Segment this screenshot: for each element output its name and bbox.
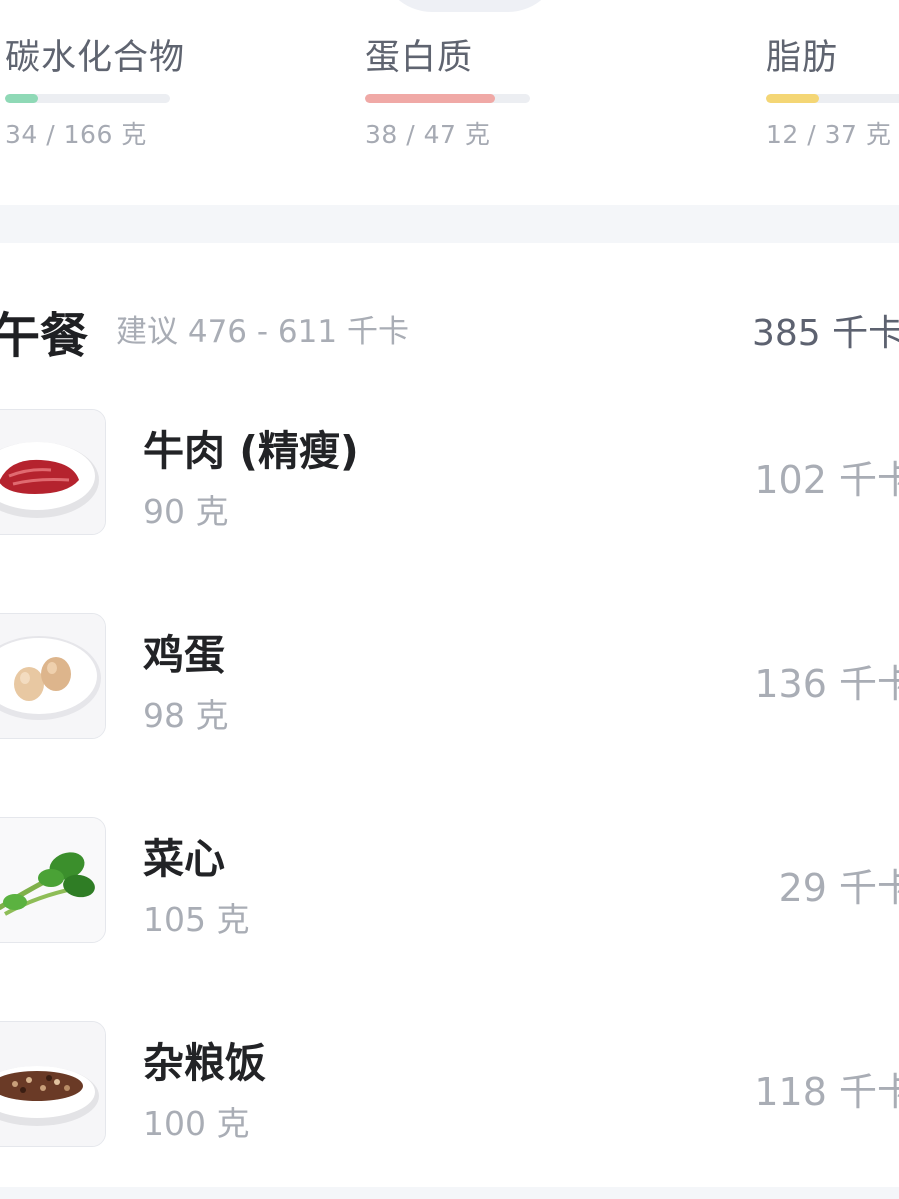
- macro-progress-bar: [5, 94, 170, 103]
- macro-progress-bar: [766, 94, 899, 103]
- macro-label: 蛋白质: [365, 38, 474, 78]
- meal-calorie-total: 385 千卡: [752, 313, 899, 354]
- macro-progress-fill: [766, 94, 819, 103]
- meal-title: 午餐: [0, 308, 89, 364]
- food-item-beef[interactable]: 牛肉 (精瘦) 90 克 102 千卡: [0, 409, 899, 539]
- macro-progress-fill: [365, 94, 495, 103]
- macro-value: 34 / 166 克: [5, 120, 147, 149]
- rice-icon: [0, 1021, 106, 1147]
- food-calories: 136 千卡: [754, 662, 899, 706]
- beef-icon: [0, 409, 106, 535]
- egg-icon: [0, 613, 106, 739]
- section-divider-bottom: [0, 1187, 899, 1199]
- food-item-egg[interactable]: 鸡蛋 98 克 136 千卡: [0, 613, 899, 743]
- macro-carbs: 碳水化合物 34 / 166 克: [5, 36, 185, 151]
- food-name: 菜心: [143, 835, 225, 883]
- macro-progress-bar: [365, 94, 530, 103]
- food-name: 鸡蛋: [143, 631, 225, 679]
- macro-summary: 碳水化合物 34 / 166 克 蛋白质 38 / 47 克 脂肪 12 / 3…: [0, 0, 899, 205]
- food-weight: 90 克: [143, 492, 229, 531]
- food-calories: 118 千卡: [754, 1070, 899, 1114]
- macro-progress-fill: [5, 94, 38, 103]
- food-weight: 98 克: [143, 696, 229, 735]
- meal-detail-screen: 碳水化合物 34 / 166 克 蛋白质 38 / 47 克 脂肪 12 / 3…: [0, 0, 899, 1199]
- meal-calorie-advice: 建议 476 - 611 千卡: [116, 314, 409, 350]
- macro-value: 38 / 47 克: [365, 120, 491, 149]
- food-weight: 105 克: [143, 900, 250, 939]
- meal-header[interactable]: 午餐 建议 476 - 611 千卡 385 千卡: [0, 292, 899, 364]
- macro-fat: 脂肪 12 / 37 克: [766, 36, 899, 151]
- macro-value: 12 / 37 克: [766, 120, 892, 149]
- food-calories: 29 千卡: [778, 866, 899, 910]
- macro-protein: 蛋白质 38 / 47 克: [365, 36, 530, 151]
- food-name: 牛肉 (精瘦): [143, 427, 359, 475]
- food-calories: 102 千卡: [754, 458, 899, 502]
- food-name: 杂粮饭: [143, 1039, 266, 1087]
- section-divider: [0, 205, 899, 243]
- food-item-greens[interactable]: 菜心 105 克 29 千卡: [0, 817, 899, 947]
- greens-icon: [0, 817, 106, 943]
- macro-label: 碳水化合物: [5, 38, 186, 78]
- macro-label: 脂肪: [766, 38, 839, 78]
- food-item-rice[interactable]: 杂粮饭 100 克 118 千卡: [0, 1021, 899, 1151]
- food-weight: 100 克: [143, 1104, 250, 1143]
